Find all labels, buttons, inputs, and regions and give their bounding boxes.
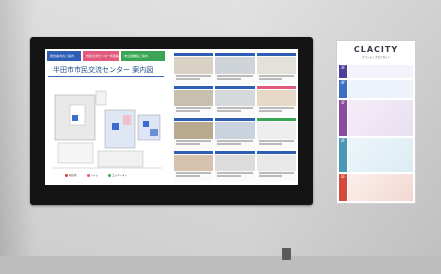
legend-item-elevator: エレベーター [108,173,127,177]
poster-floor-row: 4F [339,80,413,98]
poster-floor-row: 2F [339,138,413,172]
screen-tab-library: 市立図書館ご案内 [121,51,165,61]
facility-card [215,53,255,84]
map-legend: 現在地 トイレ エレベーター [65,173,127,177]
screen-tab-bar: 総合案内のご案内 市民交流センター利用案内 市立図書館ご案内 [47,51,165,61]
monitor-screen: 総合案内のご案内 市民交流センター利用案内 市立図書館ご案内 半田市市民交流セン… [45,49,298,185]
facility-card [174,150,214,181]
facility-card [215,85,255,116]
poster-floor-row: 3F [339,100,413,136]
poster-brand-logo: CLACITY [353,45,399,54]
facility-card [256,53,296,84]
title-divider [48,76,164,77]
screen-title: 半田市市民交流センター 案内図 [53,66,154,74]
facility-card [174,53,214,84]
legend-item-toilet: トイレ [86,173,98,177]
facility-photo-grid [174,53,296,181]
legend-item-current: 現在地 [65,173,77,177]
floor-strip [0,256,441,274]
floor-label: 1F [339,174,347,201]
facility-card [215,150,255,181]
floor-guide-poster: CLACITY クラシティ フロアガイド 3F 4F 3F 2F 1F [336,40,416,204]
poster-floor-row: 3F [339,65,413,78]
facility-card [256,150,296,181]
floor-map [53,90,162,169]
screen-tab-center: 市民交流センター利用案内 [83,51,122,61]
floor-label: 3F [339,100,347,136]
facility-card [174,118,214,149]
poster-tagline: クラシティ フロアガイド [361,56,391,59]
facility-card [215,118,255,149]
wall-switch-plate [282,248,291,260]
photo-scene: 総合案内のご案内 市民交流センター利用案内 市立図書館ご案内 半田市市民交流セン… [0,0,441,274]
screen-tab-general: 総合案内のご案内 [47,51,81,61]
floor-label: 2F [339,138,347,172]
facility-card [174,85,214,116]
floor-label: 3F [339,65,347,78]
poster-floor-row: 1F [339,174,413,201]
facility-card [256,118,296,149]
facility-card [256,85,296,116]
floor-label: 4F [339,80,347,98]
